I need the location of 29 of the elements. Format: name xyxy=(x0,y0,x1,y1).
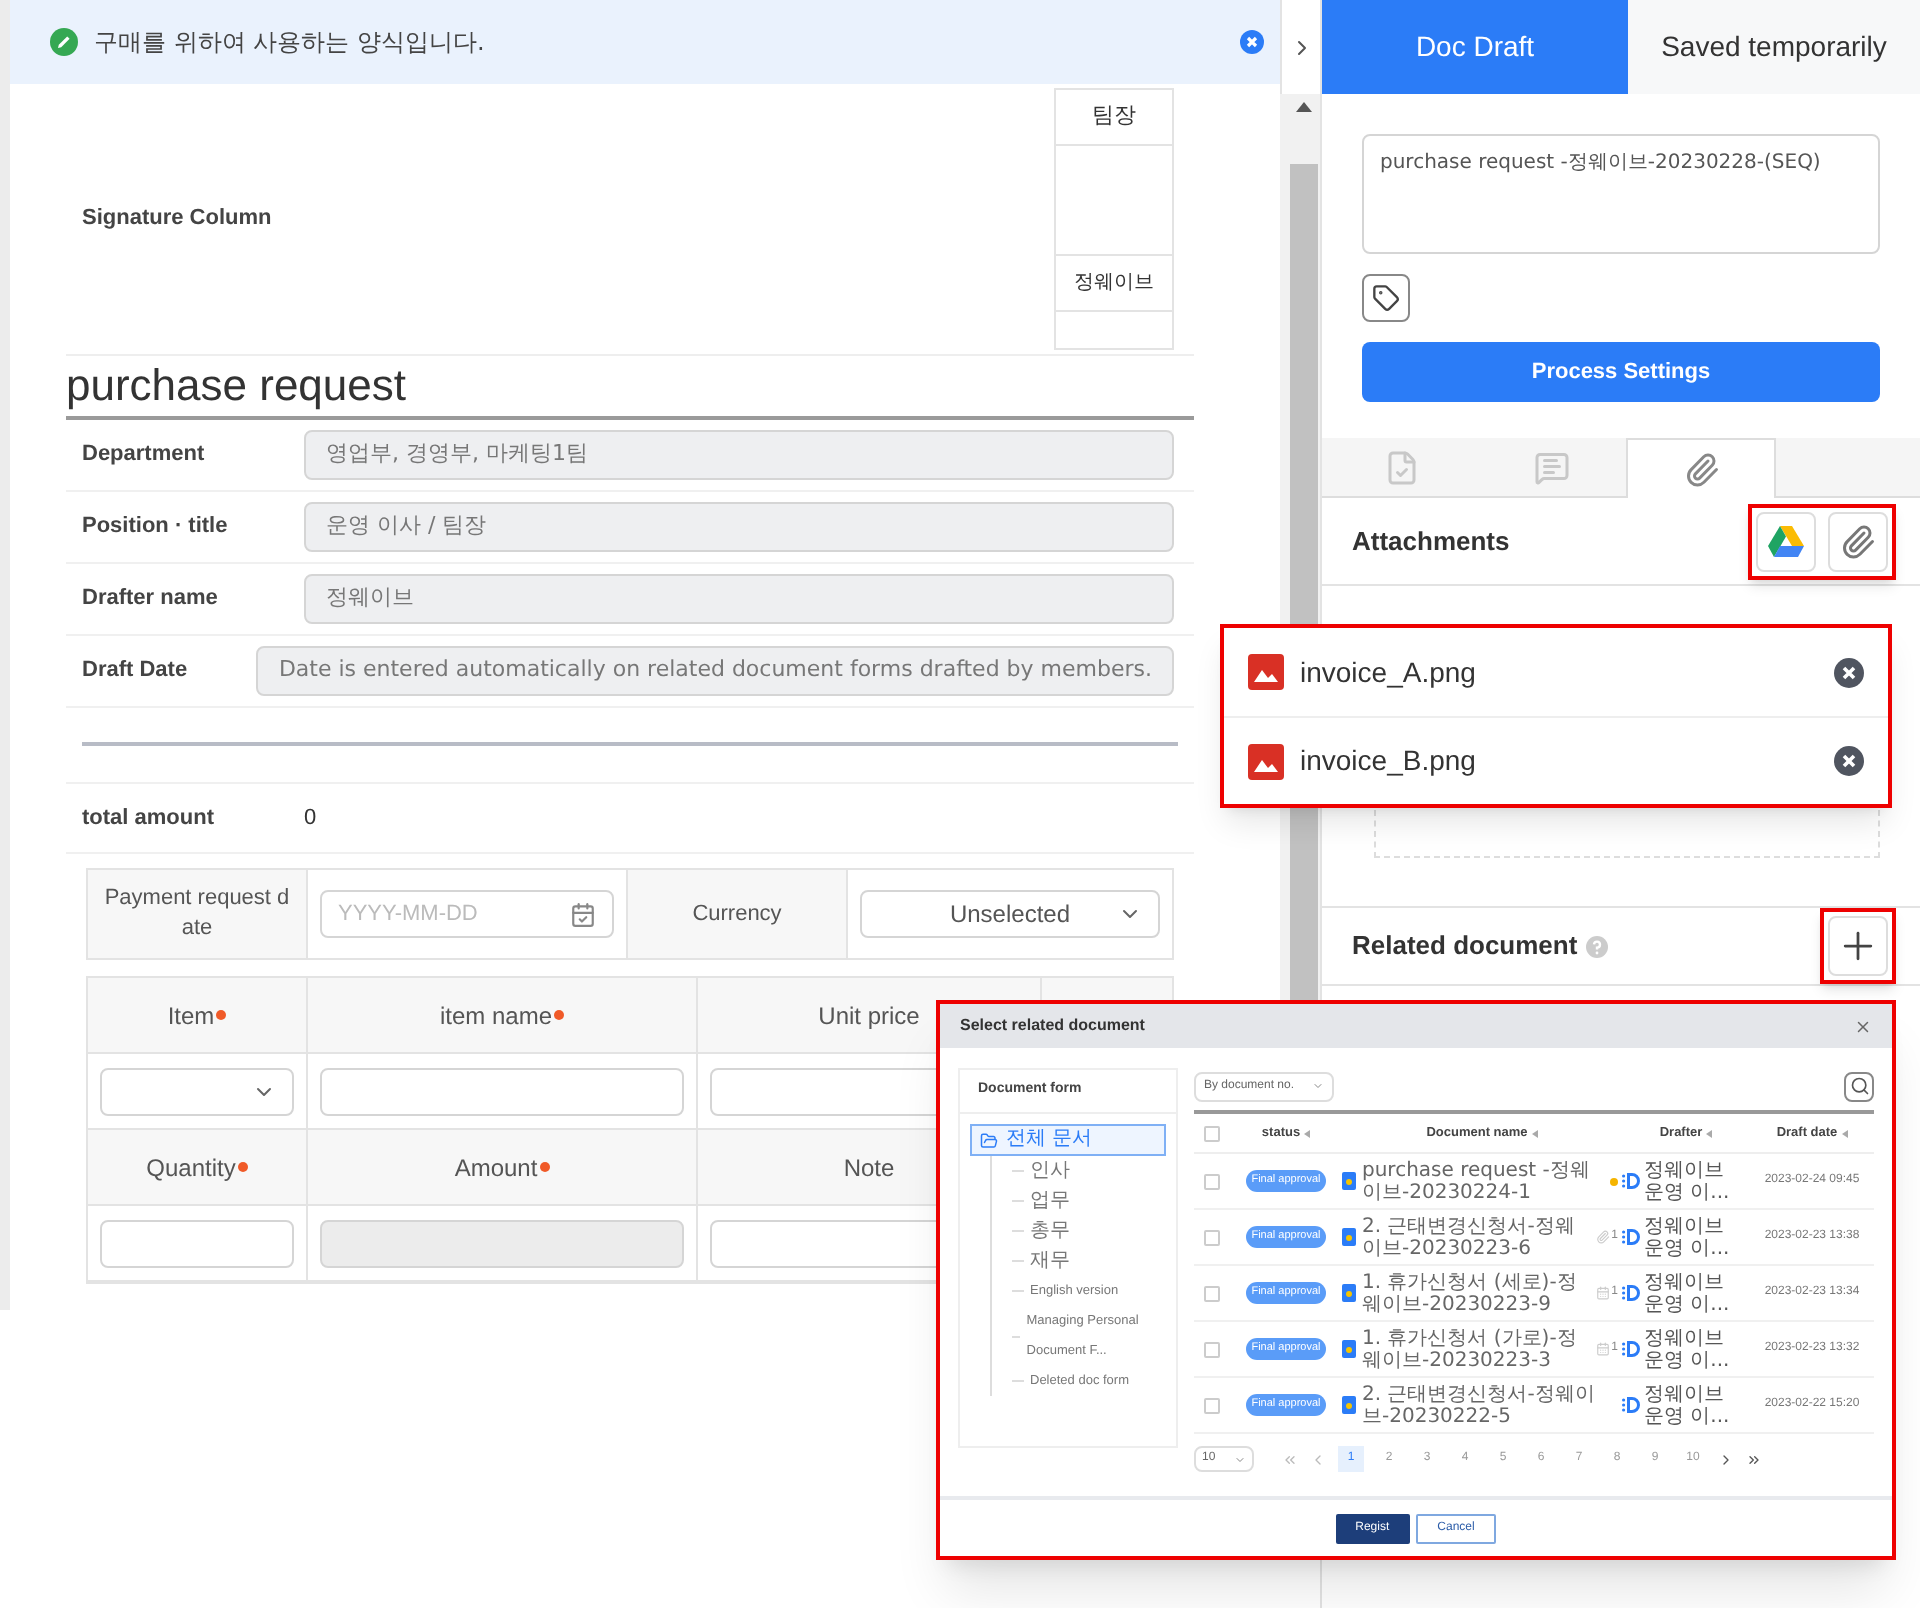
column-header: Item xyxy=(167,999,215,1033)
file-name: invoice_B.png xyxy=(1300,742,1476,780)
drafter-name: 정웨이브 운영 이... xyxy=(1644,1271,1732,1315)
drafter-name: 정웨이브 운영 이... xyxy=(1644,1383,1732,1427)
column-header: Quantity xyxy=(146,1151,236,1185)
column-header: item name xyxy=(439,999,553,1033)
column-header: Note xyxy=(843,1151,895,1185)
file-name: invoice_A.png xyxy=(1300,653,1476,692)
notice-text: 구매를 위하여 사용하는 양식입니다. xyxy=(94,26,485,60)
approver-title: 팀장 xyxy=(1056,90,1172,146)
drafter-name: 정웨이브 운영 이... xyxy=(1644,1327,1732,1371)
dialog-title: Select related document xyxy=(960,1014,1145,1038)
form-title: purchase request xyxy=(66,356,1194,420)
field-label: Draft Date xyxy=(82,656,190,687)
approver-name: 정웨이브 xyxy=(1056,256,1172,312)
signature-label: Signature Column xyxy=(82,204,272,235)
field-label: Drafter name xyxy=(82,584,220,615)
column-header: Unit price xyxy=(818,999,920,1033)
drafter-name: 정웨이브 운영 이... xyxy=(1644,1215,1732,1259)
total-label: total amount xyxy=(82,803,216,834)
drafter-name: 정웨이브 운영 이... xyxy=(1644,1159,1732,1203)
field-label: Position · title xyxy=(82,512,230,543)
date-label: Payment request date xyxy=(104,884,290,944)
total-value: 0 xyxy=(304,803,317,834)
column-header: Amount xyxy=(454,1151,538,1185)
field-label: Department xyxy=(82,440,207,471)
currency-label: Currency xyxy=(692,899,782,930)
related-title: Related document xyxy=(1352,928,1578,965)
attachments-title: Attachments xyxy=(1352,523,1510,560)
